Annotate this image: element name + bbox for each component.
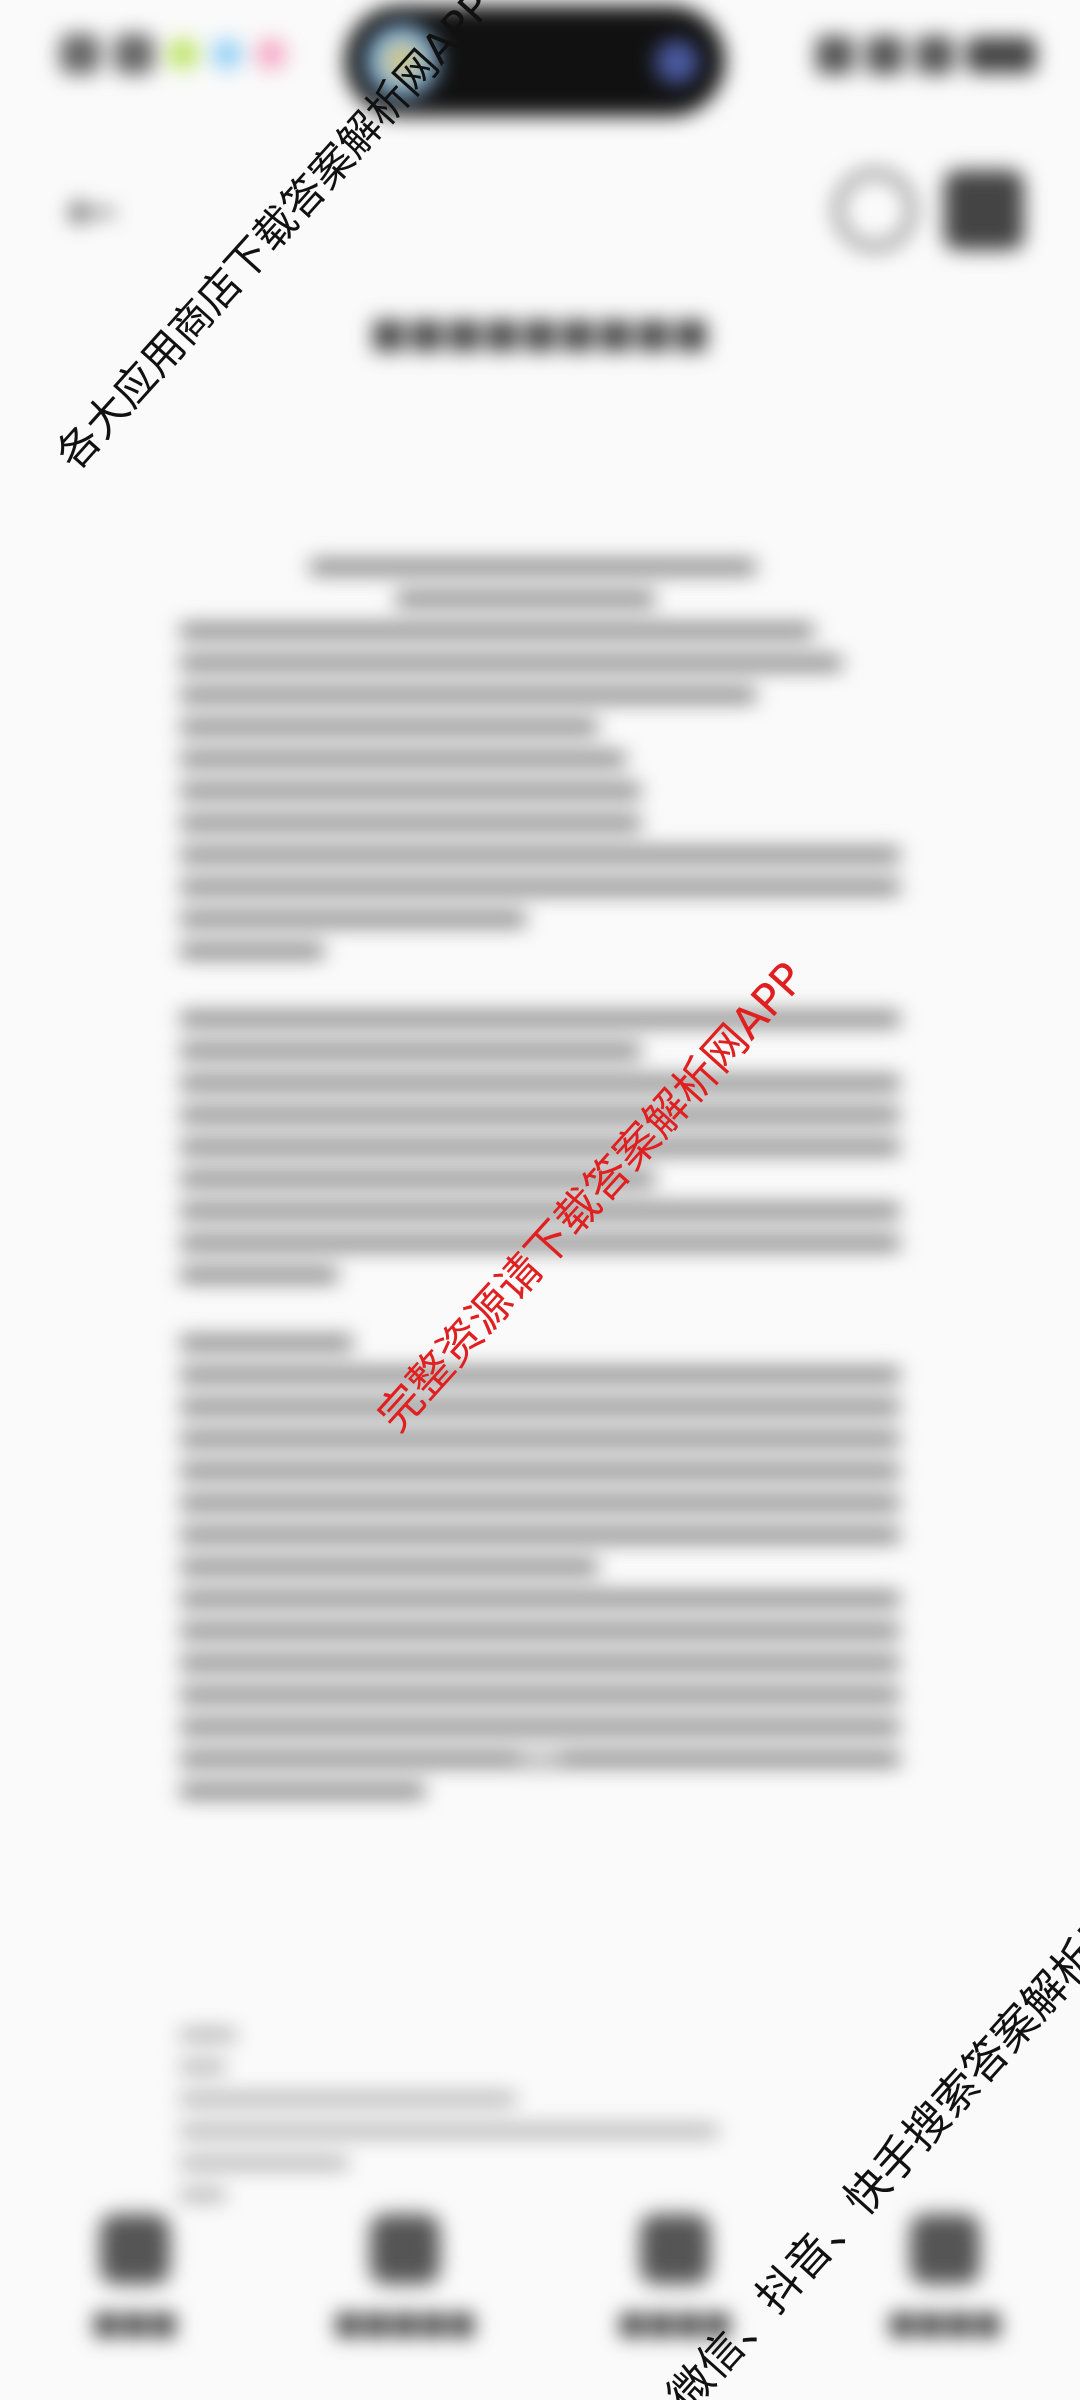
nav-icon [910,2214,980,2284]
nav-icon [100,2214,170,2284]
nav-item[interactable]: ■■■■■ [305,2200,505,2370]
page-number [520,1750,560,1770]
status-right [816,36,1036,74]
back-arrow-icon[interactable]: ← [56,174,128,247]
status-left [60,34,286,74]
nav-label: ■■■■ [888,2306,1002,2341]
wifi-icon [866,36,904,74]
status-time-block [60,34,100,74]
network-icon [916,36,954,74]
nav-label: ■■■ [92,2306,178,2341]
signal-icon [816,36,854,74]
nav-icon [370,2214,440,2284]
grid-icon[interactable] [944,170,1024,250]
nav-label: ■■■■■ [334,2306,476,2341]
bottom-nav: ■■■ ■■■■■ ■■■■ ■■■■ [0,2200,1080,2370]
status-time-block [114,34,154,74]
nav-icon [640,2214,710,2284]
status-bar [0,0,1080,120]
footnotes [180,2030,740,2222]
notification-icon [168,39,198,69]
sensor-icon [655,40,699,84]
top-bar: ← [0,150,1080,270]
nav-item[interactable]: ■■■ [35,2200,235,2370]
notification-icon [256,39,286,69]
battery-icon [966,37,1036,73]
document-page [180,560,900,1816]
notification-icon [212,39,242,69]
clock-icon[interactable] [835,170,915,250]
screen: ← ■■■■■■■■■ ■■■ ■■■■■ ■■■■ ■■■■ 各大应用商店下载… [0,0,1080,2400]
